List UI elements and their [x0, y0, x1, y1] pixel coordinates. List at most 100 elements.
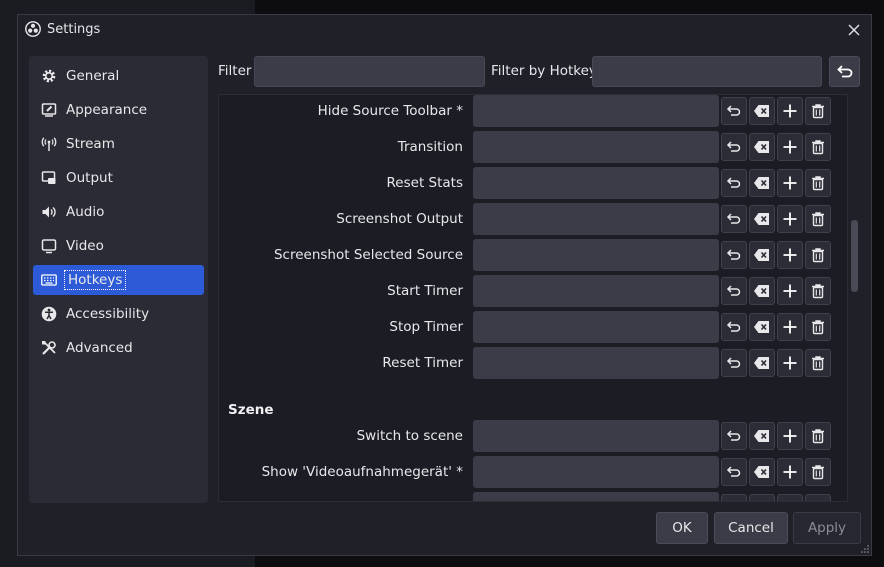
revert-button[interactable] — [721, 205, 747, 233]
hotkey-input[interactable] — [473, 203, 719, 235]
sidebar-item-output[interactable]: Output — [33, 163, 204, 193]
revert-icon — [726, 105, 741, 116]
add-hotkey-button[interactable] — [777, 313, 803, 341]
clear-button[interactable] — [749, 458, 775, 486]
hotkey-label: Reset Timer — [382, 355, 463, 371]
add-hotkey-button[interactable] — [777, 494, 803, 501]
revert-button[interactable] — [721, 277, 747, 305]
trash-icon — [810, 500, 826, 502]
revert-icon — [726, 357, 741, 368]
plus-icon — [783, 212, 797, 226]
add-hotkey-button[interactable] — [777, 205, 803, 233]
sidebar-item-general[interactable]: General — [33, 61, 204, 91]
apply-button[interactable]: Apply — [793, 512, 861, 544]
hotkey-row: Show 'Videoaufnahmegerät' * — [219, 456, 847, 488]
remove-hotkey-button[interactable] — [805, 349, 831, 377]
ok-button[interactable]: OK — [656, 512, 708, 544]
reset-filter-button[interactable] — [829, 56, 860, 87]
clear-button[interactable] — [749, 277, 775, 305]
hotkey-input[interactable] — [473, 167, 719, 199]
tools-icon — [40, 339, 58, 357]
hotkey-input[interactable] — [473, 95, 719, 127]
filter-by-hotkey-input[interactable] — [592, 56, 822, 87]
title-bar: Settings — [18, 15, 871, 45]
vertical-scrollbar[interactable] — [849, 94, 860, 502]
add-hotkey-button[interactable] — [777, 422, 803, 450]
hotkey-input[interactable] — [473, 311, 719, 343]
hotkey-input[interactable] — [473, 456, 719, 488]
add-hotkey-button[interactable] — [777, 349, 803, 377]
remove-hotkey-button[interactable] — [805, 422, 831, 450]
remove-hotkey-button[interactable] — [805, 97, 831, 125]
revert-button[interactable] — [721, 133, 747, 161]
revert-button[interactable] — [721, 169, 747, 197]
revert-icon — [726, 285, 741, 296]
close-button[interactable] — [843, 19, 865, 41]
remove-hotkey-button[interactable] — [805, 205, 831, 233]
hotkey-row: Stop Timer — [219, 311, 847, 343]
hotkey-input[interactable] — [473, 239, 719, 271]
sidebar-item-video[interactable]: Video — [33, 231, 204, 261]
hotkey-input[interactable] — [473, 492, 719, 501]
hotkey-input[interactable] — [473, 131, 719, 163]
add-hotkey-button[interactable] — [777, 169, 803, 197]
remove-hotkey-button[interactable] — [805, 133, 831, 161]
clear-button[interactable] — [749, 313, 775, 341]
trash-icon — [812, 248, 824, 263]
add-hotkey-button[interactable] — [777, 458, 803, 486]
filter-input[interactable] — [254, 56, 485, 87]
remove-hotkey-button[interactable] — [805, 458, 831, 486]
clear-button[interactable] — [749, 133, 775, 161]
resize-grip-icon[interactable] — [861, 545, 869, 553]
add-hotkey-button[interactable] — [777, 133, 803, 161]
revert-button[interactable] — [721, 241, 747, 269]
hotkey-input[interactable] — [473, 347, 719, 379]
remove-hotkey-button[interactable] — [805, 277, 831, 305]
clear-backspace-icon — [754, 357, 769, 369]
sidebar-item-label: Video — [66, 238, 104, 254]
plus-icon — [783, 465, 797, 479]
remove-hotkey-button[interactable] — [805, 169, 831, 197]
scrollbar-thumb[interactable] — [851, 220, 858, 292]
clear-button[interactable] — [749, 349, 775, 377]
clear-button[interactable] — [749, 494, 775, 501]
remove-hotkey-button[interactable] — [805, 241, 831, 269]
cancel-button[interactable]: Cancel — [714, 512, 788, 544]
revert-button[interactable] — [721, 458, 747, 486]
gear-icon — [40, 67, 58, 85]
clear-backspace-icon — [754, 430, 769, 442]
clear-button[interactable] — [749, 169, 775, 197]
revert-button[interactable] — [721, 349, 747, 377]
revert-button[interactable] — [721, 494, 747, 501]
hotkey-input[interactable] — [473, 275, 719, 307]
clear-button[interactable] — [749, 241, 775, 269]
clear-button[interactable] — [749, 422, 775, 450]
sidebar-item-accessibility[interactable]: Accessibility — [33, 299, 204, 329]
hotkey-input[interactable] — [473, 420, 719, 452]
clear-button[interactable] — [749, 205, 775, 233]
hotkeys-list[interactable]: Hide Source Toolbar * Transition Reset Sta… — [218, 94, 848, 502]
sidebar-item-hotkeys[interactable]: Hotkeys — [33, 265, 204, 295]
add-hotkey-button[interactable] — [777, 97, 803, 125]
sidebar-item-advanced[interactable]: Advanced — [33, 333, 204, 363]
sidebar-item-label: Appearance — [66, 102, 148, 118]
settings-window: Settings General Appearance Stream Outpu… — [17, 14, 872, 556]
revert-button[interactable] — [721, 97, 747, 125]
trash-icon — [812, 465, 824, 480]
add-hotkey-button[interactable] — [777, 241, 803, 269]
trash-icon — [812, 140, 824, 155]
sidebar-item-audio[interactable]: Audio — [33, 197, 204, 227]
revert-button[interactable] — [721, 422, 747, 450]
remove-hotkey-button[interactable] — [805, 494, 831, 502]
hotkey-label: Hide Source Toolbar * — [317, 103, 463, 119]
sidebar-item-appearance[interactable]: Appearance — [33, 95, 204, 125]
revert-button[interactable] — [721, 313, 747, 341]
hotkey-label: Switch to scene — [356, 428, 463, 444]
hotkey-label: Reset Stats — [386, 175, 463, 191]
plus-icon — [783, 429, 797, 443]
remove-hotkey-button[interactable] — [805, 313, 831, 341]
hotkey-row: Switch to scene — [219, 420, 847, 452]
sidebar-item-stream[interactable]: Stream — [33, 129, 204, 159]
clear-button[interactable] — [749, 97, 775, 125]
add-hotkey-button[interactable] — [777, 277, 803, 305]
